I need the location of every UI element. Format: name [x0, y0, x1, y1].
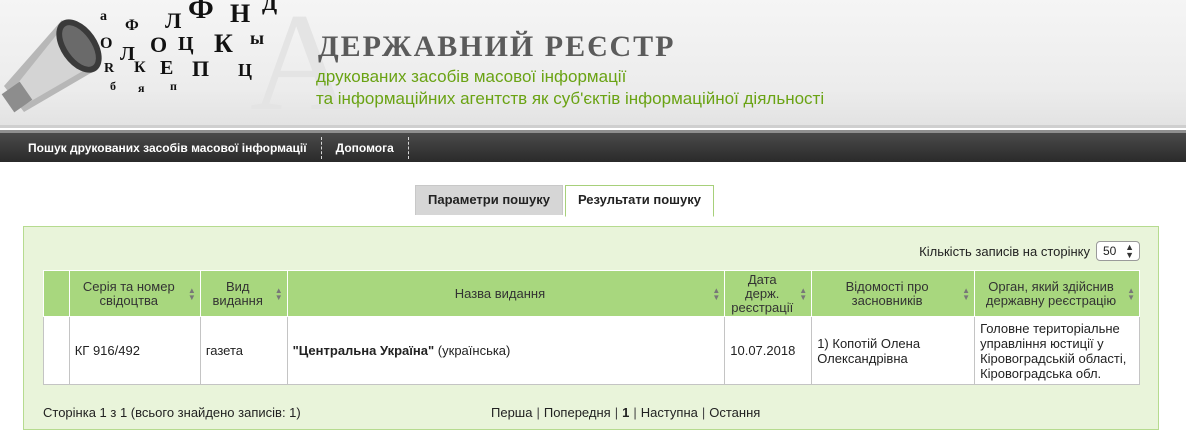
column-header-number[interactable]: Серія та номер свідоцтва ▲ ▼: [68, 270, 201, 317]
column-header-label: Назва видання: [454, 285, 546, 301]
nav-item-search[interactable]: Пошук друкованих засобів масової інформа…: [14, 136, 322, 159]
publication-language: (українська): [437, 343, 511, 358]
megaphone-logo-icon: a Ф Л Ф Н Д О Л О Ц К ы R К Е П Ц б я п: [1, 0, 277, 113]
column-header-name[interactable]: Назва видання ▲ ▼: [286, 270, 726, 317]
svg-text:я: я: [138, 81, 145, 95]
svg-text:Н: Н: [230, 0, 250, 28]
records-per-page: Кількість записів на сторінку 50 ▲ ▼: [919, 241, 1140, 261]
column-header-select: [43, 270, 70, 317]
results-table: Серія та номер свідоцтва ▲ ▼ Вид видання …: [43, 270, 1140, 385]
tab-search-results[interactable]: Результати пошуку: [564, 185, 714, 217]
column-header-label: Орган, який здійснив державну реєстрацію: [985, 278, 1117, 308]
table-row[interactable]: КГ 916/492 газета "Центральна Україна" (…: [43, 316, 1140, 385]
column-header-label: Дата держ. реєстрації: [731, 271, 794, 315]
records-per-page-select[interactable]: 50 ▲ ▼: [1096, 241, 1140, 261]
column-header-founders[interactable]: Відомості про засновників ▲ ▼: [811, 270, 976, 317]
sort-icon[interactable]: ▲ ▼: [188, 286, 196, 301]
page-subtitle-2: та інформаційних агентств як суб'єктів і…: [316, 89, 825, 108]
column-header-authority[interactable]: Орган, який здійснив державну реєстрацію…: [974, 270, 1140, 317]
svg-text:a: a: [100, 9, 107, 24]
header-divider: [0, 125, 1186, 128]
svg-text:б: б: [110, 79, 116, 93]
pager-prev[interactable]: Попередня: [544, 405, 611, 420]
sort-icon[interactable]: ▲ ▼: [275, 286, 283, 301]
column-header-label: Відомості про засновників: [845, 278, 929, 308]
pager-separator: |: [614, 405, 619, 420]
svg-text:Ц: Ц: [238, 60, 252, 80]
page-subtitle-1: друкованих засобів масової інформації: [316, 67, 627, 86]
cell-date: 10.07.2018: [724, 316, 813, 385]
cell-founders: 1) Копотій Олена Олександрівна: [811, 316, 976, 385]
pager-separator: |: [536, 405, 540, 420]
tab-search-params[interactable]: Параметри пошуку: [415, 185, 563, 215]
svg-text:О: О: [100, 35, 112, 52]
svg-text:П: П: [192, 56, 209, 81]
cell-type: газета: [199, 316, 288, 385]
records-per-page-value: 50: [1103, 244, 1117, 258]
results-panel: Кількість записів на сторінку 50 ▲ ▼ Сері…: [23, 226, 1159, 430]
pager-current: 1: [622, 405, 630, 420]
publication-name[interactable]: "Центральна Україна": [293, 343, 435, 358]
column-header-label: Вид видання: [212, 278, 263, 308]
column-header-date[interactable]: Дата держ. реєстрації ▲ ▼: [724, 270, 813, 317]
svg-text:Л: Л: [165, 8, 182, 33]
svg-text:К: К: [214, 29, 233, 58]
svg-text:Д: Д: [262, 0, 277, 15]
cell-number: КГ 916/492: [68, 316, 201, 385]
svg-text:Ц: Ц: [178, 33, 194, 55]
select-arrows-icon: ▲ ▼: [1125, 242, 1134, 260]
svg-text:Ф: Ф: [125, 17, 139, 34]
nav-item-help[interactable]: Допомога: [322, 136, 409, 159]
svg-text:К: К: [134, 59, 146, 76]
records-per-page-label: Кількість записів на сторінку: [919, 243, 1090, 259]
svg-text:Е: Е: [160, 57, 173, 79]
page-title: ДЕРЖАВНИЙ РЕЄСТР: [318, 30, 676, 63]
svg-text:Ф: Ф: [188, 0, 214, 25]
row-select-cell[interactable]: [43, 316, 70, 385]
svg-text:ы: ы: [250, 28, 264, 48]
column-header-label: Серія та номер свідоцтва: [82, 278, 175, 308]
pager-last[interactable]: Остання: [709, 405, 760, 420]
svg-text:О: О: [150, 32, 167, 57]
header: А a Ф Л Ф Н Д О Л О Ц К ы R К Е П Ц б я: [0, 0, 1186, 128]
svg-text:R: R: [104, 61, 115, 76]
pager-first[interactable]: Перша: [491, 405, 532, 420]
svg-text:п: п: [170, 79, 177, 93]
svg-text:Л: Л: [120, 43, 135, 65]
main-navbar: Пошук друкованих засобів масової інформа…: [0, 130, 1186, 162]
sort-icon[interactable]: ▲ ▼: [1127, 286, 1135, 301]
results-summary: Сторінка 1 з 1 (всього знайдено записів:…: [43, 405, 301, 420]
sort-icon[interactable]: ▲ ▼: [799, 286, 807, 301]
tabs: Параметри пошуку Результати пошуку: [415, 185, 714, 217]
pager-separator: |: [701, 405, 706, 420]
cell-name[interactable]: "Центральна Україна" (українська): [286, 316, 726, 385]
sort-icon[interactable]: ▲ ▼: [962, 286, 970, 301]
cell-authority: Головне територіальне управління юстиції…: [974, 316, 1140, 385]
pager-next[interactable]: Наступна: [641, 405, 698, 420]
table-header-row: Серія та номер свідоцтва ▲ ▼ Вид видання …: [43, 270, 1140, 317]
sort-icon[interactable]: ▲ ▼: [712, 286, 720, 301]
pagination: Перша | Попередня | 1 | Наступна | Остан…: [491, 405, 760, 420]
column-header-type[interactable]: Вид видання ▲ ▼: [199, 270, 288, 317]
pager-separator: |: [633, 405, 637, 420]
